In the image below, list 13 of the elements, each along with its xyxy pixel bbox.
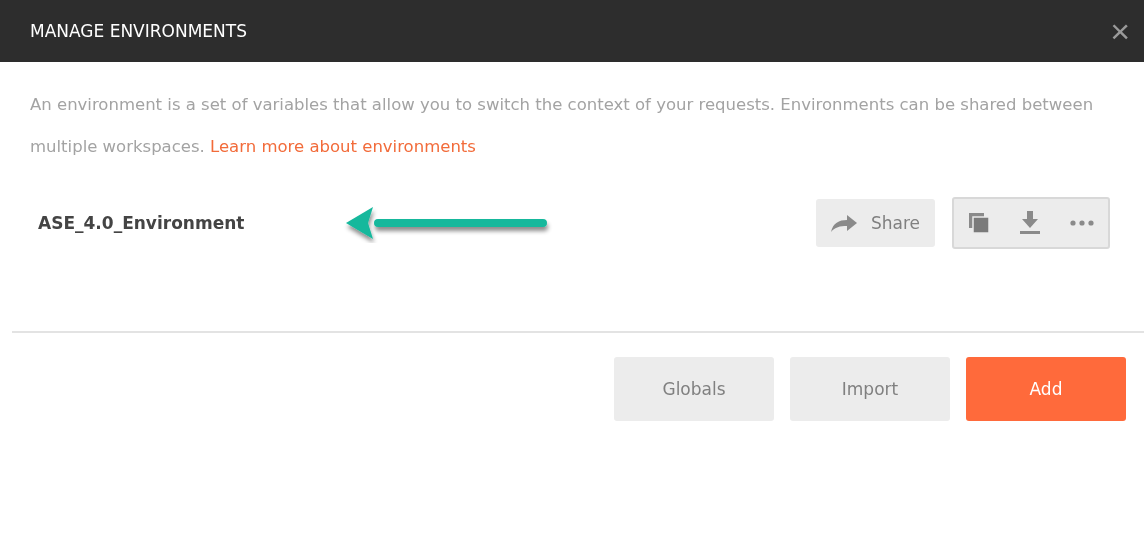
close-button[interactable]: × (1104, 14, 1136, 48)
download-icon (1020, 210, 1040, 235)
share-button[interactable]: Share (815, 198, 935, 247)
add-button[interactable]: Add (966, 357, 1126, 421)
environment-name[interactable]: ASE_4.0_Environment (38, 212, 245, 233)
learn-more-link[interactable]: Learn more about environments (210, 137, 476, 156)
description-text: An environment is a set of variables that allow you to switch the context of your requests. Environments can be shared between multiple workspaces. Learn more about environments (29, 94, 1095, 158)
footer-button[interactable]: Import (790, 357, 950, 421)
dialog-title: MANAGE ENVIRONMENTS (30, 21, 247, 41)
footer-button[interactable]: Globals (614, 357, 774, 421)
more-icon (1070, 219, 1094, 226)
duplicate-icon (968, 211, 990, 234)
share-arrow-icon (830, 212, 857, 233)
